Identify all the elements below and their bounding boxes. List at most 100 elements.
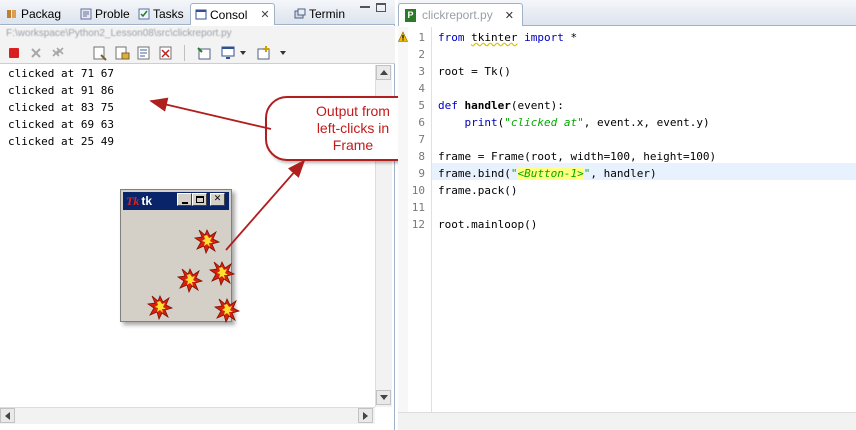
line-number: 11	[411, 201, 425, 214]
tk-minimize-button[interactable]	[177, 193, 192, 206]
chevron-down-icon[interactable]	[240, 51, 246, 55]
code-text: (event):	[510, 99, 564, 112]
code-line-1: from tkinter import *	[438, 29, 577, 46]
keyword: def	[438, 99, 458, 112]
tab-tasks[interactable]: Tasks	[134, 3, 188, 25]
console-toolbar	[0, 42, 395, 64]
arrow-down-icon	[379, 395, 388, 400]
console-line: clicked at 69 63	[8, 118, 114, 131]
arrow-right-icon	[363, 411, 368, 420]
warning-icon	[398, 31, 408, 42]
close-icon: ✕	[213, 194, 222, 204]
tab-label: Tasks	[153, 7, 184, 21]
close-icon[interactable]: ✕	[260, 8, 269, 21]
scroll-down-button[interactable]	[376, 390, 391, 405]
tk-maximize-button[interactable]	[192, 193, 207, 206]
string-literal: "clicked at"	[504, 116, 584, 129]
keyword: print	[464, 116, 498, 129]
scroll-right-button[interactable]	[358, 408, 373, 423]
tab-label: Packag	[21, 7, 62, 21]
console-line: clicked at 91 86	[8, 84, 114, 97]
code-line-10: frame.pack()	[438, 184, 518, 197]
line-number: 2	[418, 48, 425, 61]
show-on-output-button[interactable]	[158, 45, 174, 61]
code-editor[interactable]: from tkinter import * root = Tk() def ha…	[438, 27, 856, 412]
annotation-gutter	[398, 27, 408, 412]
module-name: tkinter	[471, 31, 518, 44]
code-text: frame.bind(	[438, 167, 511, 180]
word-wrap-button[interactable]	[136, 45, 152, 61]
tk-window[interactable]: Tk tk ✕	[120, 189, 232, 322]
line-number: 4	[418, 82, 425, 95]
editor-tab-bar: P clickreport.py ✕	[398, 0, 856, 26]
scroll-lock-icon	[115, 46, 130, 60]
code-line-9: frame.bind("<Button-1>", handler)	[438, 165, 657, 182]
scroll-up-button[interactable]	[376, 65, 391, 80]
display-console-button[interactable]	[220, 45, 236, 61]
tasks-icon	[138, 8, 150, 20]
clear-console-icon	[93, 46, 107, 61]
code-line-8: frame = Frame(root, width=100, height=10…	[438, 150, 717, 163]
tab-problems[interactable]: Proble	[76, 3, 134, 25]
pin-console-button[interactable]	[196, 45, 212, 61]
tk-feather-icon: Tk	[126, 193, 140, 208]
word-wrap-icon	[137, 46, 150, 60]
line-numbers: 1 2 3 4 5 6 7 8 9 10 11 12	[408, 27, 432, 412]
line-number: 1	[418, 31, 425, 44]
arrow-up-icon	[379, 70, 388, 75]
console-line: clicked at 83 75	[8, 101, 114, 114]
close-icon[interactable]: ✕	[505, 9, 514, 22]
code-text: , handler)	[590, 167, 657, 180]
pin-icon	[197, 47, 211, 60]
tab-package-explorer[interactable]: Packag	[2, 3, 65, 25]
code-line-5: def handler(event):	[438, 97, 564, 114]
open-console-icon	[257, 46, 270, 60]
terminate-icon	[9, 48, 19, 58]
tk-close-button[interactable]: ✕	[210, 193, 225, 206]
editor-horizontal-scrollbar[interactable]	[398, 412, 856, 430]
line-number: 5	[418, 99, 425, 112]
maximize-icon	[195, 196, 204, 203]
scroll-left-button[interactable]	[0, 408, 15, 423]
maximize-view-icon[interactable]	[376, 3, 386, 12]
minimize-icon	[181, 201, 188, 204]
toolbar-separator	[184, 45, 185, 61]
terminal-icon	[294, 8, 306, 19]
view-tab-bar: Packag Proble Tasks Consol ✕ Termin	[0, 0, 395, 25]
python-file-icon: P	[405, 8, 416, 22]
line-number: 8	[418, 150, 425, 163]
code-text: *	[563, 31, 578, 44]
tab-terminal[interactable]: Termin	[290, 3, 349, 25]
console-line: clicked at 25 49	[8, 135, 114, 148]
editor-tab[interactable]: P clickreport.py ✕	[398, 3, 523, 26]
editor-tab-label: clickreport.py	[422, 8, 493, 22]
clear-console-button[interactable]	[92, 45, 108, 61]
code-line-3: root = Tk()	[438, 65, 511, 78]
tab-console[interactable]: Consol ✕	[190, 3, 275, 25]
package-explorer-icon	[7, 10, 16, 18]
keyword: from	[438, 31, 465, 44]
remove-all-icon	[52, 47, 64, 57]
remove-all-terminated-button[interactable]	[50, 45, 66, 61]
console-path: F:\workspace\Python2_Lesson08\src\clickr…	[6, 28, 232, 39]
code-line-6: print("clicked at", event.x, event.y)	[438, 114, 710, 131]
remove-launch-button[interactable]	[28, 45, 44, 61]
string-literal-highlighted: <Button-1>	[517, 167, 584, 180]
console-horizontal-scrollbar[interactable]	[0, 407, 375, 424]
remove-launch-icon	[31, 48, 41, 58]
terminate-button[interactable]	[6, 45, 22, 61]
keyword: import	[524, 31, 564, 44]
arrow-left-icon	[5, 411, 10, 420]
scroll-lock-button[interactable]	[114, 45, 130, 61]
console-line: clicked at 71 67	[8, 67, 114, 80]
line-number: 7	[418, 133, 425, 146]
line-number: 9	[418, 167, 425, 180]
display-console-icon	[221, 46, 235, 59]
minimize-view-icon[interactable]	[360, 6, 370, 8]
line-number: 10	[411, 184, 425, 197]
chevron-down-icon[interactable]	[280, 51, 286, 55]
open-console-button[interactable]	[256, 45, 272, 61]
code-line-12: root.mainloop()	[438, 218, 538, 231]
editor-panel: P clickreport.py ✕ 1 2 3 4 5 6 7 8 9 10 …	[398, 0, 856, 430]
tk-window-title: tk	[141, 194, 153, 208]
